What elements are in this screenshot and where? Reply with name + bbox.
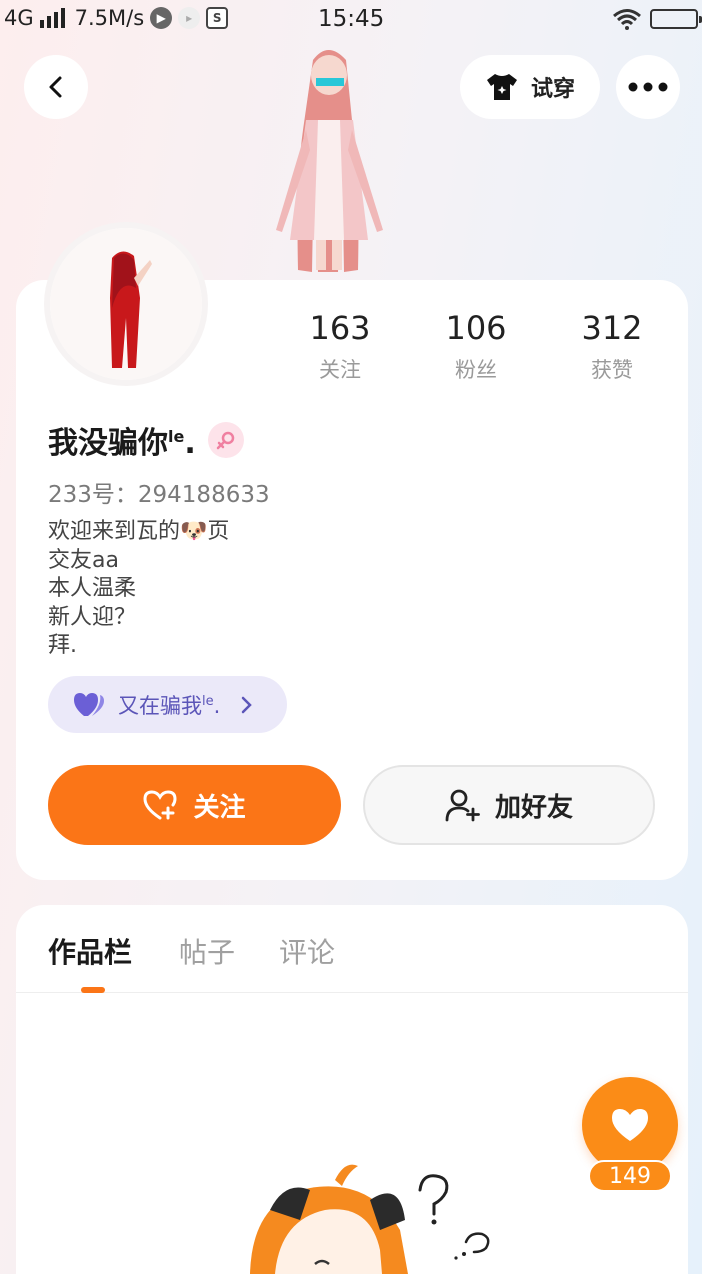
bio-line: 拜. bbox=[48, 633, 77, 658]
stat-likes[interactable]: 312 获赞 bbox=[544, 308, 680, 384]
avatar-image bbox=[50, 228, 202, 380]
status-bar: 4G 7.5M/s ▶ ▸ S 15:45 bbox=[0, 0, 702, 40]
follow-button[interactable]: 关注 bbox=[48, 765, 341, 845]
back-button[interactable] bbox=[24, 55, 88, 119]
stat-followers[interactable]: 106 粉丝 bbox=[408, 308, 544, 384]
battery-icon bbox=[650, 9, 702, 29]
add-friend-label: 加好友 bbox=[494, 792, 573, 823]
tab-bar: 作品栏 帖子 评论 bbox=[16, 905, 688, 993]
bio: 欢迎来到瓦的🐶页 交友aa 本人温柔 新人迎？ 拜. bbox=[48, 518, 229, 661]
chevron-right-icon bbox=[242, 696, 253, 713]
bio-line: 本人温柔 bbox=[48, 576, 137, 601]
wifi-icon bbox=[613, 9, 641, 30]
bio-line: 新人迎？ bbox=[48, 604, 137, 630]
status-left: 4G 7.5M/s ▶ ▸ S bbox=[4, 6, 229, 30]
stat-following[interactable]: 163 关注 bbox=[272, 308, 408, 384]
tab-posts[interactable]: 帖子 bbox=[179, 931, 235, 971]
bio-line: 交友aa bbox=[48, 547, 119, 573]
media-app-icon: ▶ bbox=[150, 7, 173, 29]
username-row: 我没骗你le. bbox=[48, 418, 244, 462]
club-name: 又在骗我le. bbox=[118, 690, 220, 720]
heart-plus-icon bbox=[143, 790, 177, 820]
add-user-icon bbox=[445, 789, 480, 822]
video-app-icon: ▸ bbox=[178, 7, 201, 29]
try-on-label: 试穿 bbox=[530, 77, 575, 102]
chevron-left-icon bbox=[49, 76, 62, 98]
avatar-3d-figure bbox=[276, 50, 383, 272]
stats-row: 163 关注 106 粉丝 312 获赞 bbox=[272, 308, 680, 384]
status-right bbox=[612, 8, 702, 30]
stat-label: 粉丝 bbox=[455, 358, 497, 382]
stat-value: 163 bbox=[309, 309, 371, 347]
tab-comments[interactable]: 评论 bbox=[279, 931, 335, 971]
username-suffix: le bbox=[168, 427, 185, 446]
heart-icon bbox=[612, 1109, 648, 1141]
network-type: 4G bbox=[4, 6, 34, 30]
stat-label: 关注 bbox=[319, 358, 361, 382]
status-time: 15:45 bbox=[318, 6, 385, 32]
more-button[interactable] bbox=[616, 55, 680, 119]
stat-value: 312 bbox=[581, 309, 643, 347]
signal-icon bbox=[39, 8, 65, 28]
username-end: . bbox=[184, 426, 196, 461]
stat-label: 获赞 bbox=[591, 358, 633, 382]
like-float-button[interactable] bbox=[582, 1077, 678, 1173]
more-dots-icon bbox=[628, 82, 668, 92]
tshirt-icon bbox=[486, 74, 517, 100]
empty-state-mascot bbox=[250, 1164, 490, 1274]
try-on-button[interactable]: 试穿 bbox=[460, 55, 600, 119]
tab-indicator bbox=[81, 987, 105, 993]
network-speed: 7.5M/s bbox=[74, 6, 145, 30]
club-name-text: 又在骗我 bbox=[118, 693, 202, 718]
add-friend-button[interactable]: 加好友 bbox=[363, 765, 655, 845]
club-end: . bbox=[213, 693, 221, 718]
tab-works[interactable]: 作品栏 bbox=[48, 931, 132, 971]
bio-line: 欢迎来到瓦的🐶页 bbox=[48, 519, 230, 544]
follow-label: 关注 bbox=[193, 792, 246, 823]
avatar[interactable] bbox=[50, 228, 202, 380]
club-suffix: le bbox=[202, 693, 214, 709]
stat-value: 106 bbox=[445, 309, 507, 347]
female-gender-icon bbox=[207, 422, 244, 458]
user-id: 233号：294188633 bbox=[48, 482, 270, 508]
username-text: 我没骗你 bbox=[48, 426, 168, 461]
s-app-icon: S bbox=[206, 7, 229, 29]
club-chip[interactable]: 又在骗我le. bbox=[48, 676, 287, 733]
like-count: 149 bbox=[588, 1160, 672, 1192]
hearts-icon bbox=[74, 692, 104, 716]
username: 我没骗你le. bbox=[48, 418, 196, 462]
